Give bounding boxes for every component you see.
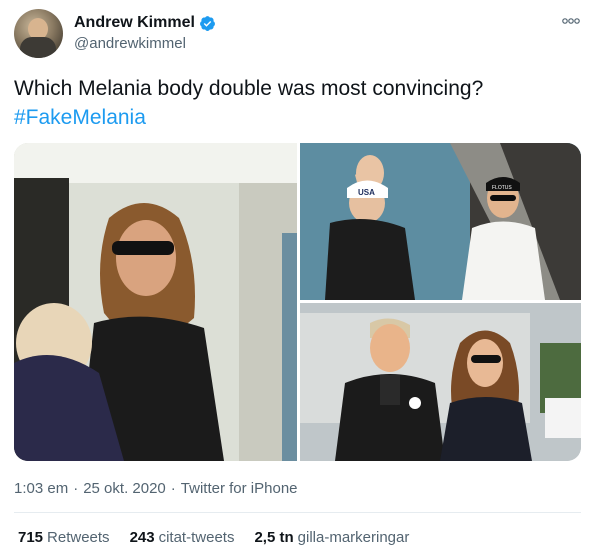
avatar[interactable] (14, 9, 63, 58)
tweet-text: Which Melania body double was most convi… (14, 74, 581, 132)
retweets-stat[interactable]: 715 Retweets (18, 529, 110, 546)
divider (14, 512, 581, 513)
tweet-body: Which Melania body double was most convi… (14, 77, 484, 100)
tweet-meta: 1:03 em · 25 okt. 2020 · Twitter for iPh… (14, 480, 298, 497)
likes-stat[interactable]: 2,5 tn gilla-markeringar (254, 529, 409, 546)
likes-count: 2,5 tn (254, 529, 294, 546)
author-block: Andrew Kimmel @andrewkimmel (74, 14, 216, 52)
meta-separator-2: · (170, 480, 176, 497)
photo-2[interactable]: USA FLOTUS (300, 143, 581, 300)
quotes-count: 243 (129, 529, 155, 546)
tweet-time[interactable]: 1:03 em (14, 480, 68, 497)
cap-text-usa: USA (358, 188, 375, 197)
tweet-header: Andrew Kimmel @andrewkimmel (14, 8, 581, 60)
tweet-stats: 715 Retweets 243 citat-tweets 2,5 tn gil… (18, 529, 409, 546)
hashtag-link[interactable]: #FakeMelania (14, 103, 581, 132)
avatar-body (20, 37, 56, 58)
more-icon[interactable] (561, 14, 581, 28)
photo-3-image (300, 303, 581, 461)
photo-1-image (14, 143, 297, 461)
retweets-count: 715 (18, 529, 44, 546)
verified-icon (199, 15, 215, 31)
photo-2-image: USA FLOTUS (300, 143, 581, 300)
tweet-date[interactable]: 25 okt. 2020 (83, 480, 166, 497)
quotes-label: citat-tweets (158, 529, 235, 546)
meta-separator: · (73, 480, 79, 497)
tweet-source[interactable]: Twitter for iPhone (181, 480, 298, 497)
likes-label: gilla-markeringar (297, 529, 410, 546)
quotes-stat[interactable]: 243 citat-tweets (130, 529, 235, 546)
media-grid: USA FLOTUS (14, 143, 581, 461)
author-name[interactable]: Andrew Kimmel (74, 14, 195, 32)
name-row: Andrew Kimmel (74, 14, 216, 32)
photo-3[interactable] (300, 303, 581, 461)
photo-1[interactable] (14, 143, 297, 461)
author-handle[interactable]: @andrewkimmel (74, 35, 216, 52)
cap-text-flotus: FLOTUS (492, 185, 512, 191)
retweets-label: Retweets (47, 529, 110, 546)
